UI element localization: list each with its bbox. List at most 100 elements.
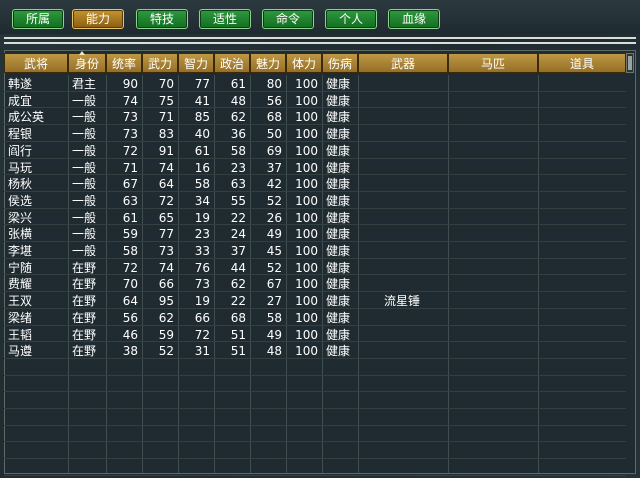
cell-intelligence: 41 bbox=[194, 94, 210, 108]
cell-war: 95 bbox=[158, 294, 174, 308]
tab-ability[interactable]: 能力 bbox=[72, 9, 124, 29]
table-row[interactable]: 阎行 一般 72 91 61 58 69 100 健康 bbox=[4, 143, 626, 159]
cell-weapon bbox=[384, 210, 448, 226]
cell-officer-name: 宁随 bbox=[8, 261, 33, 275]
cell-status: 一般 bbox=[72, 110, 97, 124]
cell-stamina: 100 bbox=[295, 344, 318, 358]
col-header-charisma[interactable]: 魅力 bbox=[250, 53, 286, 73]
cell-horse bbox=[454, 343, 538, 359]
cell-stamina: 100 bbox=[295, 311, 318, 325]
table-row[interactable]: 宁随 在野 72 74 76 44 52 100 健康 bbox=[4, 260, 626, 276]
cell-injury: 健康 bbox=[326, 328, 351, 342]
cell-officer-name: 李堪 bbox=[8, 244, 33, 258]
tab-affiliation[interactable]: 所属 bbox=[12, 9, 64, 29]
table-row[interactable]: 成公英 一般 73 71 85 62 68 100 健康 bbox=[4, 109, 626, 125]
cell-leadership: 72 bbox=[122, 261, 138, 275]
cell-horse bbox=[454, 243, 538, 259]
cell-status: 一般 bbox=[72, 211, 97, 225]
cell-charisma: 52 bbox=[266, 194, 282, 208]
col-header-intelligence[interactable]: 智力 bbox=[178, 53, 214, 73]
col-header-item[interactable]: 道具 bbox=[538, 53, 626, 73]
cell-leadership: 59 bbox=[122, 227, 138, 241]
grid-line bbox=[4, 441, 626, 442]
cell-item bbox=[544, 193, 626, 209]
cell-horse bbox=[454, 210, 538, 226]
cell-weapon bbox=[384, 93, 448, 109]
cell-war: 83 bbox=[158, 127, 174, 141]
cell-leadership: 70 bbox=[122, 277, 138, 291]
cell-leadership: 46 bbox=[122, 328, 138, 342]
cell-stamina: 100 bbox=[295, 110, 318, 124]
table-row[interactable]: 费耀 在野 70 66 73 62 67 100 健康 bbox=[4, 276, 626, 292]
cell-politics: 24 bbox=[230, 227, 246, 241]
table-row[interactable]: 侯选 一般 63 72 34 55 52 100 健康 bbox=[4, 193, 626, 209]
cell-stamina: 100 bbox=[295, 127, 318, 141]
scrollbar-thumb[interactable] bbox=[628, 56, 632, 70]
tab-command[interactable]: 命令 bbox=[262, 9, 314, 29]
grid-line bbox=[4, 391, 626, 392]
table-row[interactable]: 梁兴 一般 61 65 19 22 26 100 健康 bbox=[4, 210, 626, 226]
cell-injury: 健康 bbox=[326, 244, 351, 258]
cell-stamina: 100 bbox=[295, 177, 318, 191]
cell-politics: 48 bbox=[230, 94, 246, 108]
cell-weapon bbox=[384, 343, 448, 359]
table-row[interactable]: 马玩 一般 71 74 16 23 37 100 健康 bbox=[4, 160, 626, 176]
col-header-politics[interactable]: 政治 bbox=[214, 53, 250, 73]
col-header-horse[interactable]: 马匹 bbox=[448, 53, 538, 73]
table-grid: 韩遂 君主 90 70 77 61 80 100 健康 成宜 一般 74 75 41 48 56 100 健康 成公… bbox=[4, 75, 626, 476]
cell-politics: 36 bbox=[230, 127, 246, 141]
col-header-injury[interactable]: 伤病 bbox=[322, 53, 358, 73]
table-row[interactable]: 程银 一般 73 83 40 36 50 100 健康 bbox=[4, 126, 626, 142]
cell-weapon bbox=[384, 260, 448, 276]
cell-politics: 37 bbox=[230, 244, 246, 258]
table-row[interactable]: 王韬 在野 46 59 72 51 49 100 健康 bbox=[4, 327, 626, 343]
cell-weapon bbox=[384, 276, 448, 292]
col-header-officer[interactable]: 武将 bbox=[4, 53, 68, 73]
tab-skills[interactable]: 特技 bbox=[136, 9, 188, 29]
cell-charisma: 50 bbox=[266, 127, 282, 141]
grid-line bbox=[4, 458, 626, 459]
table-row[interactable]: 成宜 一般 74 75 41 48 56 100 健康 bbox=[4, 93, 626, 109]
cell-weapon bbox=[384, 193, 448, 209]
table-row[interactable]: 杨秋 一般 67 64 58 63 42 100 健康 bbox=[4, 176, 626, 192]
cell-politics: 55 bbox=[230, 194, 246, 208]
cell-charisma: 48 bbox=[266, 344, 282, 358]
table-row[interactable]: 张横 一般 59 77 23 24 49 100 健康 bbox=[4, 226, 626, 242]
scrollbar[interactable] bbox=[626, 53, 634, 73]
cell-leadership: 64 bbox=[122, 294, 138, 308]
cell-leadership: 56 bbox=[122, 311, 138, 325]
table-row[interactable]: 马遵 在野 38 52 31 51 48 100 健康 bbox=[4, 343, 626, 359]
cell-horse bbox=[454, 126, 538, 142]
cell-stamina: 100 bbox=[295, 244, 318, 258]
cell-status: 在野 bbox=[72, 328, 97, 342]
cell-officer-name: 成宜 bbox=[8, 94, 33, 108]
cell-war: 62 bbox=[158, 311, 174, 325]
table-row[interactable]: 李堪 一般 58 73 33 37 45 100 健康 bbox=[4, 243, 626, 259]
cell-item bbox=[544, 327, 626, 343]
cell-officer-name: 程银 bbox=[8, 127, 33, 141]
col-header-weapon[interactable]: 武器 bbox=[358, 53, 448, 73]
tab-bloodline[interactable]: 血缘 bbox=[388, 9, 440, 29]
col-header-war[interactable]: 武力 bbox=[142, 53, 178, 73]
grid-line bbox=[4, 375, 626, 376]
cell-officer-name: 费耀 bbox=[8, 277, 33, 291]
table-row[interactable]: 王双 在野 64 95 19 22 27 100 健康 流星锤 bbox=[4, 293, 626, 309]
cell-horse bbox=[454, 176, 538, 192]
tab-personal[interactable]: 个人 bbox=[325, 9, 377, 29]
table-row[interactable]: 韩遂 君主 90 70 77 61 80 100 健康 bbox=[4, 76, 626, 92]
table-row[interactable]: 梁绪 在野 56 62 66 68 58 100 健康 bbox=[4, 310, 626, 326]
col-header-stamina[interactable]: 体力 bbox=[286, 53, 322, 73]
cell-officer-name: 张横 bbox=[8, 227, 33, 241]
cell-leadership: 58 bbox=[122, 244, 138, 258]
cell-status: 在野 bbox=[72, 261, 97, 275]
col-header-status[interactable]: 身份 bbox=[68, 53, 106, 73]
cell-officer-name: 杨秋 bbox=[8, 177, 33, 191]
cell-horse bbox=[454, 160, 538, 176]
cell-war: 77 bbox=[158, 227, 174, 241]
cell-intelligence: 40 bbox=[194, 127, 210, 141]
col-header-leadership[interactable]: 统率 bbox=[106, 53, 142, 73]
tab-aptitude[interactable]: 适性 bbox=[199, 9, 251, 29]
cell-item bbox=[544, 276, 626, 292]
cell-charisma: 69 bbox=[266, 144, 282, 158]
cell-injury: 健康 bbox=[326, 194, 351, 208]
